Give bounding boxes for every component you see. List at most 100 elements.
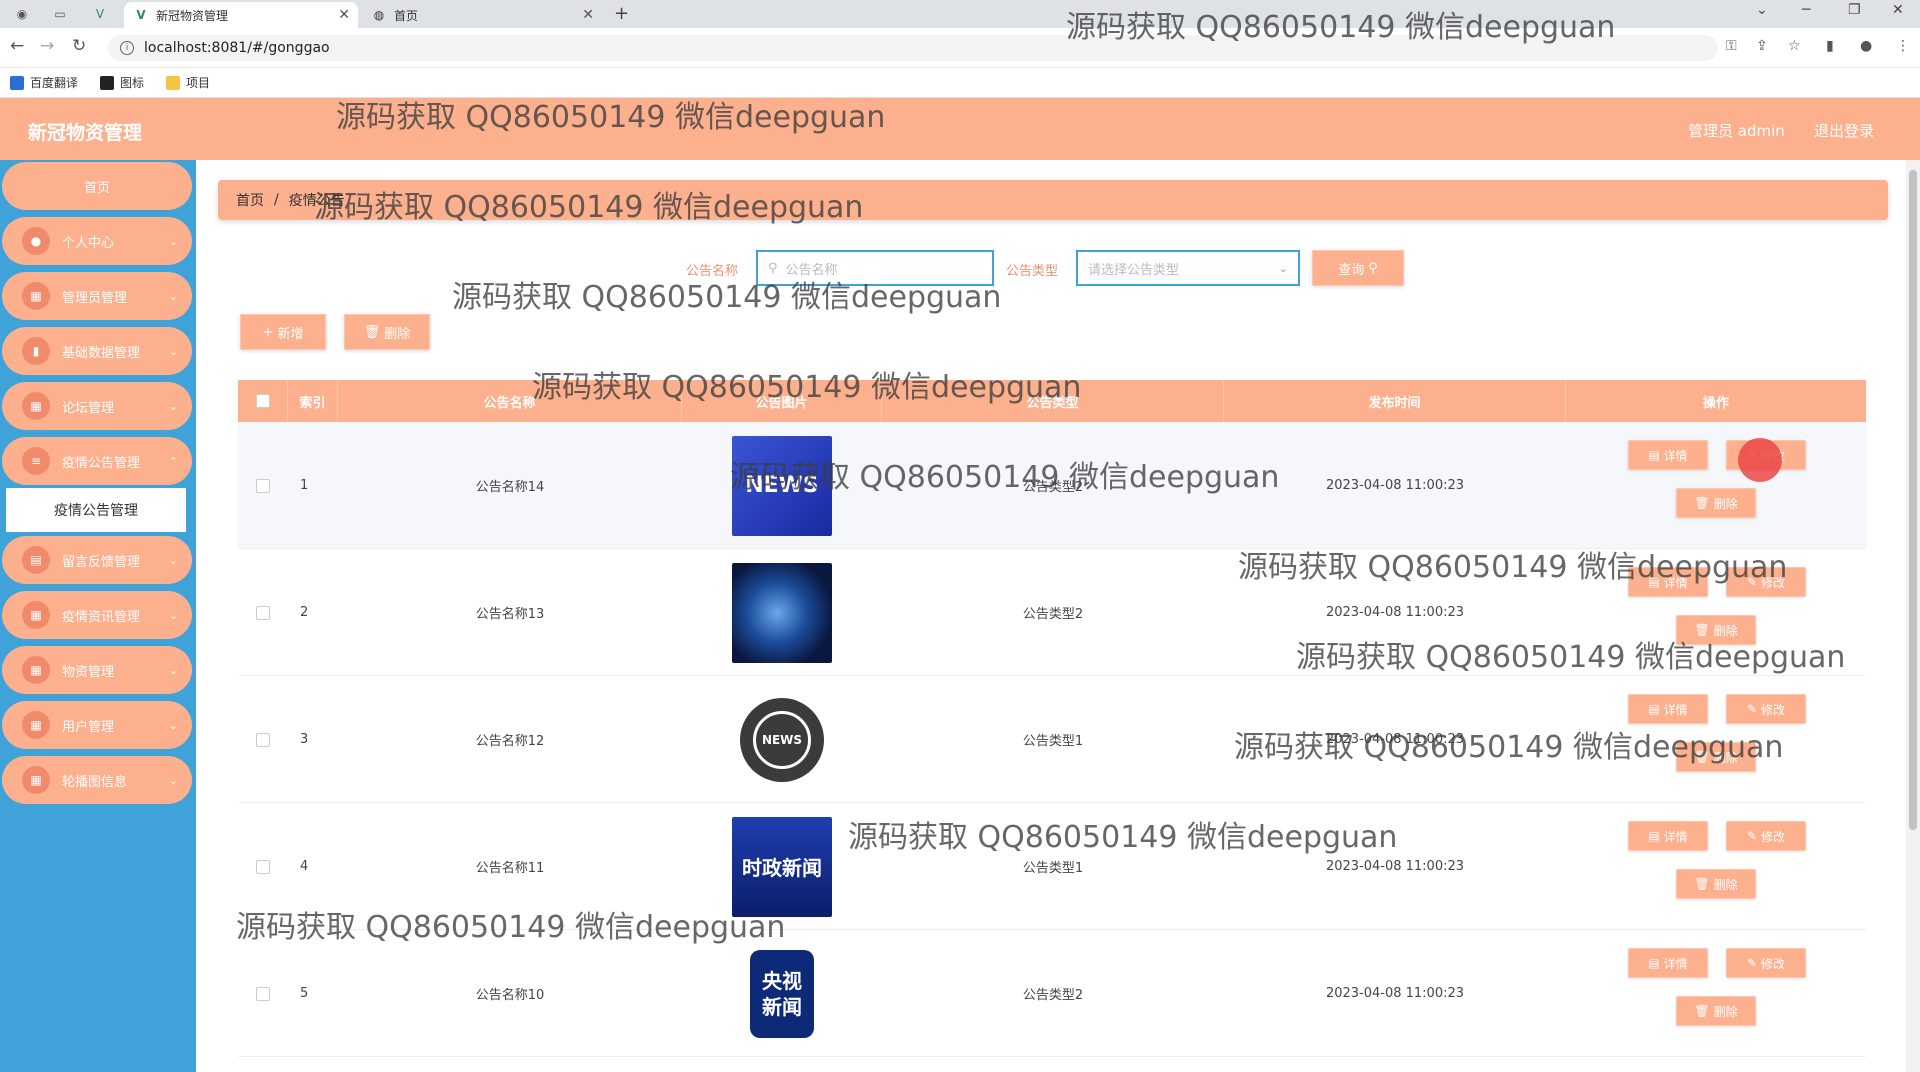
edit-button[interactable]: ✎修改 (1726, 821, 1806, 851)
forward-icon[interactable]: → (40, 36, 54, 56)
row-checkbox[interactable] (256, 732, 270, 747)
notice-image[interactable]: NEWS (732, 689, 832, 790)
restore-icon[interactable]: ❐ (1848, 2, 1861, 18)
col-name: 公告名称 (338, 380, 682, 422)
chevron-down-icon: ⌄ (168, 553, 178, 567)
bookmark-item[interactable]: 项目 (166, 74, 210, 91)
doc-icon: ▤ (1648, 829, 1660, 843)
col-actions: 操作 (1702, 395, 1729, 411)
chevron-down-icon: ⌄ (168, 608, 178, 622)
chart-icon: ▮ (22, 337, 50, 365)
row-name: 公告名称13 (475, 607, 545, 622)
vue-icon[interactable]: V (90, 4, 110, 24)
sidebar-item-carousel[interactable]: ▦ 轮播图信息 ⌄ (2, 756, 192, 804)
new-tab-icon[interactable]: + (614, 3, 629, 24)
row-checkbox[interactable] (256, 605, 270, 620)
col-type: 公告类型 (882, 380, 1224, 422)
page-scrollbar[interactable] (1906, 160, 1920, 1072)
trash-icon: 🗑 (1694, 750, 1710, 764)
sidebar-item-news[interactable]: ▦ 疫情资讯管理 ⌄ (2, 591, 192, 639)
detail-button[interactable]: ▤ 详情 (1628, 821, 1708, 851)
col-index: 索引 (288, 380, 338, 422)
type-select[interactable]: 请选择公告类型 ⌄ (1076, 250, 1300, 286)
edit-button[interactable]: ✎修改 (1726, 694, 1806, 724)
detail-button[interactable]: ▤ 详情 (1628, 440, 1708, 470)
scrollbar-thumb[interactable] (1909, 170, 1917, 830)
delete-button[interactable]: 🗑 删除 (1676, 869, 1756, 899)
batch-delete-button[interactable]: 🗑 删除 (344, 314, 430, 350)
bookmark-item[interactable]: 百度翻译 (10, 74, 78, 91)
name-search-input[interactable]: ⚲ 公告名称 (756, 250, 994, 286)
click-indicator (1738, 438, 1782, 482)
detail-button[interactable]: ▤ 详情 (1628, 567, 1708, 597)
edit-button[interactable]: ✎修改 (1726, 948, 1806, 978)
detail-button[interactable]: ▤ 详情 (1628, 948, 1708, 978)
sidebar-item-supplies[interactable]: ▦ 物资管理 ⌄ (2, 646, 192, 694)
sidebar-item-notices[interactable]: ≡ 疫情公告管理 ⌃ (2, 437, 192, 485)
notice-image[interactable]: 时政新闻 (732, 816, 832, 917)
share-icon[interactable]: ⇪ (1756, 38, 1768, 54)
table-row: 2 公告名称13 公告类型2 2023-04-08 11:00:23 ▤ 详情 ✎… (238, 549, 1866, 676)
notice-image[interactable] (732, 562, 832, 663)
tab-active[interactable]: V 新冠物资管理 ✕ (124, 2, 358, 28)
sidepanel-icon[interactable]: ▮ (1826, 38, 1834, 54)
current-user: 管理员 admin (1688, 122, 1785, 140)
logout-link[interactable]: 退出登录 (1814, 120, 1874, 141)
sidebar-item-feedback[interactable]: ▤ 留言反馈管理 ⌄ (2, 536, 192, 584)
sidebar-subitem-notice-manage[interactable]: 疫情公告管理 (6, 488, 186, 532)
url-field[interactable]: i localhost:8081/#/gonggao (108, 35, 1718, 61)
menu-icon[interactable]: ⋮ (1896, 38, 1910, 54)
grid-icon: ▦ (22, 766, 50, 794)
chevron-down-icon: ⌄ (168, 234, 178, 248)
sidebar-item-basic-data[interactable]: ▮ 基础数据管理 ⌄ (2, 327, 192, 375)
key-icon[interactable]: ⚿ (1726, 38, 1737, 54)
window-close-icon[interactable]: ✕ (1892, 2, 1904, 18)
tab-group-icon[interactable]: ▭ (50, 4, 70, 24)
delete-button[interactable]: 🗑 删除 (1676, 488, 1756, 518)
chevron-down-icon: ⌄ (168, 289, 178, 303)
select-all-checkbox[interactable] (255, 394, 270, 408)
close-icon[interactable]: ✕ (338, 7, 350, 23)
edit-button[interactable]: ✎修改 (1726, 567, 1806, 597)
trash-icon: 🗑 (1694, 623, 1710, 637)
row-name: 公告名称10 (475, 988, 545, 1003)
profile-icon[interactable]: ● (1860, 38, 1872, 54)
delete-button[interactable]: 🗑 删除 (1676, 615, 1756, 645)
minimize-icon[interactable]: ─ (1802, 2, 1810, 18)
back-icon[interactable]: ← (10, 36, 24, 56)
sidebar-item-users[interactable]: ▦ 用户管理 ⌄ (2, 701, 192, 749)
breadcrumb: 首页 / 疫情公告 (218, 180, 1888, 220)
tab-search-icon[interactable]: ⌄ (1756, 2, 1768, 18)
star-icon[interactable]: ☆ (1788, 38, 1801, 54)
chevron-down-icon: ⌄ (168, 773, 178, 787)
pencil-icon: ✎ (1746, 956, 1758, 970)
list-icon: ≡ (22, 447, 50, 475)
row-checkbox[interactable] (256, 478, 270, 493)
bookmark-item[interactable]: 图标 (100, 74, 144, 91)
close-icon[interactable]: ✕ (582, 7, 594, 23)
delete-button[interactable]: 🗑 删除 (1676, 742, 1756, 772)
notice-image[interactable]: NEWS (732, 435, 832, 536)
browser-tab-bar: ◉ ▭ V V 新冠物资管理 ✕ ◍ 首页 ✕ + ⌄ ─ ❐ ✕ (0, 0, 1920, 28)
row-checkbox[interactable] (256, 986, 270, 1001)
add-button[interactable]: + 新增 (240, 314, 326, 350)
chevron-down-icon: ⌄ (168, 399, 178, 413)
translate-icon (10, 75, 24, 90)
name-label: 公告名称 (686, 264, 739, 279)
detail-button[interactable]: ▤ 详情 (1628, 694, 1708, 724)
reload-icon[interactable]: ↻ (72, 36, 86, 56)
breadcrumb-home[interactable]: 首页 (236, 190, 264, 210)
vue-icon: V (136, 8, 146, 22)
query-button[interactable]: 查询 ⚲ (1312, 250, 1404, 286)
notice-image[interactable]: 央视新闻 (732, 943, 832, 1044)
col-image: 公告图片 (682, 380, 882, 422)
tab-home[interactable]: ◍ 首页 ✕ (362, 2, 602, 28)
sidebar-item-forum[interactable]: ▦ 论坛管理 ⌄ (2, 382, 192, 430)
sidebar-item-home[interactable]: 首页 (2, 162, 192, 210)
pencil-icon: ✎ (1746, 702, 1758, 716)
info-icon[interactable]: i (120, 41, 134, 55)
delete-button[interactable]: 🗑 删除 (1676, 996, 1756, 1026)
row-checkbox[interactable] (256, 859, 270, 874)
row-type: 公告类型2 (1022, 607, 1084, 622)
browser-icon[interactable]: ◉ (12, 4, 32, 24)
